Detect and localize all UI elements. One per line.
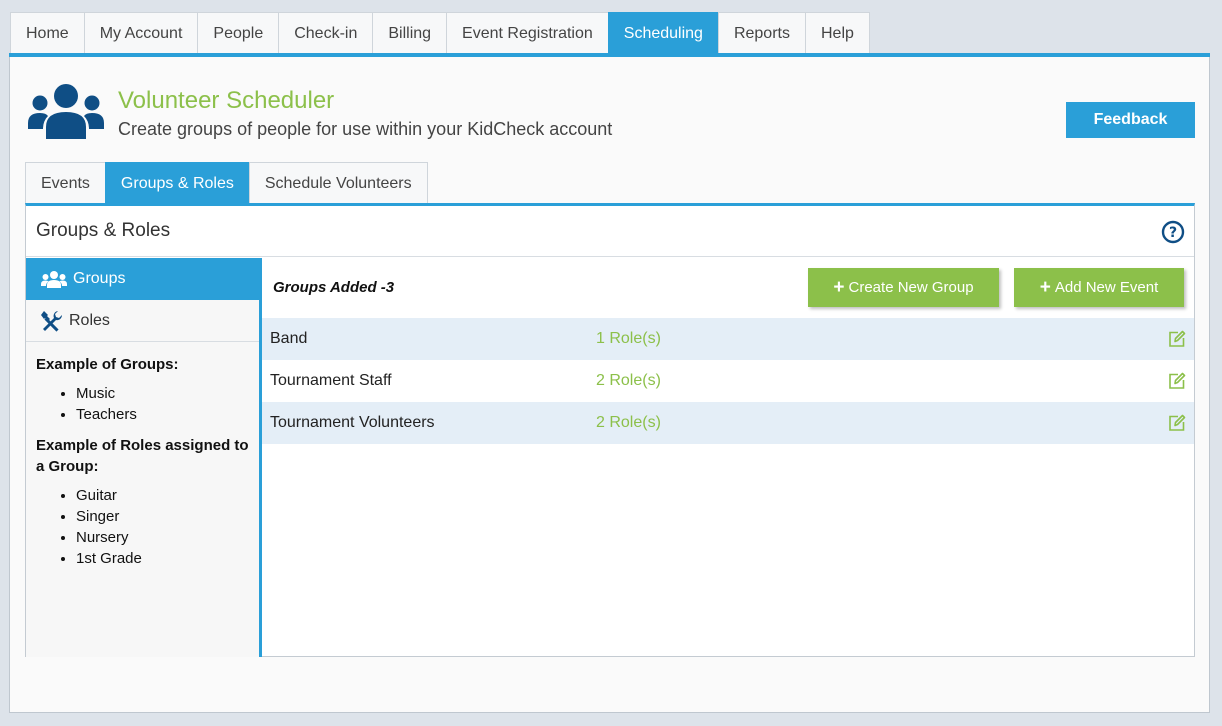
table-row[interactable]: Tournament Staff 2 Role(s) [262,360,1194,402]
list-item: Guitar [76,485,249,506]
scheduler-tabs: Events Groups & Roles Schedule Volunteer… [25,162,428,204]
sidebar-item-roles[interactable]: Roles [26,300,259,342]
users-icon [41,271,67,288]
page-title: Volunteer Scheduler [118,87,335,114]
create-new-group-button[interactable]: + Create New Group [808,268,999,307]
list-item: Music [76,383,249,404]
groups-roles-panel: Groups & Roles ? Groups Roles Example of… [25,203,1195,657]
group-name[interactable]: Band [270,330,307,348]
roles-examples-heading: Example of Roles assigned to a Group: [36,437,249,475]
groups-examples-list: Music Teachers [36,383,249,425]
plus-icon: + [833,276,845,298]
feedback-button[interactable]: Feedback [1066,102,1195,138]
nav-tab-billing[interactable]: Billing [372,12,448,54]
nav-tab-event-registration[interactable]: Event Registration [446,12,609,54]
question-circle-icon[interactable]: ? [1161,220,1185,244]
panel-title: Groups & Roles [36,220,171,241]
top-nav: Home My Account People Check-in Billing … [10,12,870,54]
group-roles-count[interactable]: 1 Role(s) [596,330,661,348]
tab-schedule-volunteers[interactable]: Schedule Volunteers [248,162,428,204]
tab-events[interactable]: Events [25,162,106,204]
button-label: Add New Event [1054,279,1159,296]
tools-icon [41,310,63,332]
groups-toolbar: Groups Added -3 + Create New Group + Add… [262,258,1194,318]
nav-tab-scheduling[interactable]: Scheduling [607,12,719,54]
tab-groups-roles[interactable]: Groups & Roles [104,162,250,204]
sidebar: Groups Roles Example of Groups: Music Te… [26,258,262,657]
sidebar-item-label: Roles [69,311,110,329]
list-item: Nursery [76,527,249,548]
plus-icon: + [1039,276,1051,298]
users-group-icon [28,84,104,139]
nav-tab-check-in[interactable]: Check-in [278,12,374,54]
roles-examples-list: Guitar Singer Nursery 1st Grade [36,485,249,569]
list-item: 1st Grade [76,548,249,569]
group-name[interactable]: Tournament Staff [270,372,392,390]
button-label: Create New Group [848,279,974,296]
svg-text:?: ? [1169,225,1177,241]
group-roles-count[interactable]: 2 Role(s) [596,414,661,432]
table-row[interactable]: Band 1 Role(s) [262,318,1194,360]
edit-icon[interactable] [1168,372,1186,390]
groups-examples-heading: Example of Groups: [36,356,179,373]
group-name[interactable]: Tournament Volunteers [270,414,435,432]
groups-main: Groups Added -3 + Create New Group + Add… [262,258,1194,657]
nav-tab-my-account[interactable]: My Account [83,12,199,54]
list-item: Teachers [76,404,249,425]
page-subtitle: Create groups of people for use within y… [118,119,613,139]
page-content: Volunteer Scheduler Create groups of peo… [9,57,1210,713]
sidebar-examples: Example of Groups: Music Teachers Exampl… [26,342,259,569]
edit-icon[interactable] [1168,414,1186,432]
list-item: Singer [76,506,249,527]
panel-header: Groups & Roles ? [26,206,1194,257]
groups-count-label: Groups Added -3 [273,279,395,296]
add-new-event-button[interactable]: + Add New Event [1014,268,1184,307]
nav-tab-reports[interactable]: Reports [717,12,806,54]
group-roles-count[interactable]: 2 Role(s) [596,372,661,390]
sidebar-item-label: Groups [73,270,126,287]
table-row[interactable]: Tournament Volunteers 2 Role(s) [262,402,1194,444]
sidebar-item-groups[interactable]: Groups [26,258,259,300]
nav-tab-people[interactable]: People [197,12,280,54]
edit-icon[interactable] [1168,330,1186,348]
nav-tab-home[interactable]: Home [10,12,85,54]
nav-tab-help[interactable]: Help [804,12,870,54]
